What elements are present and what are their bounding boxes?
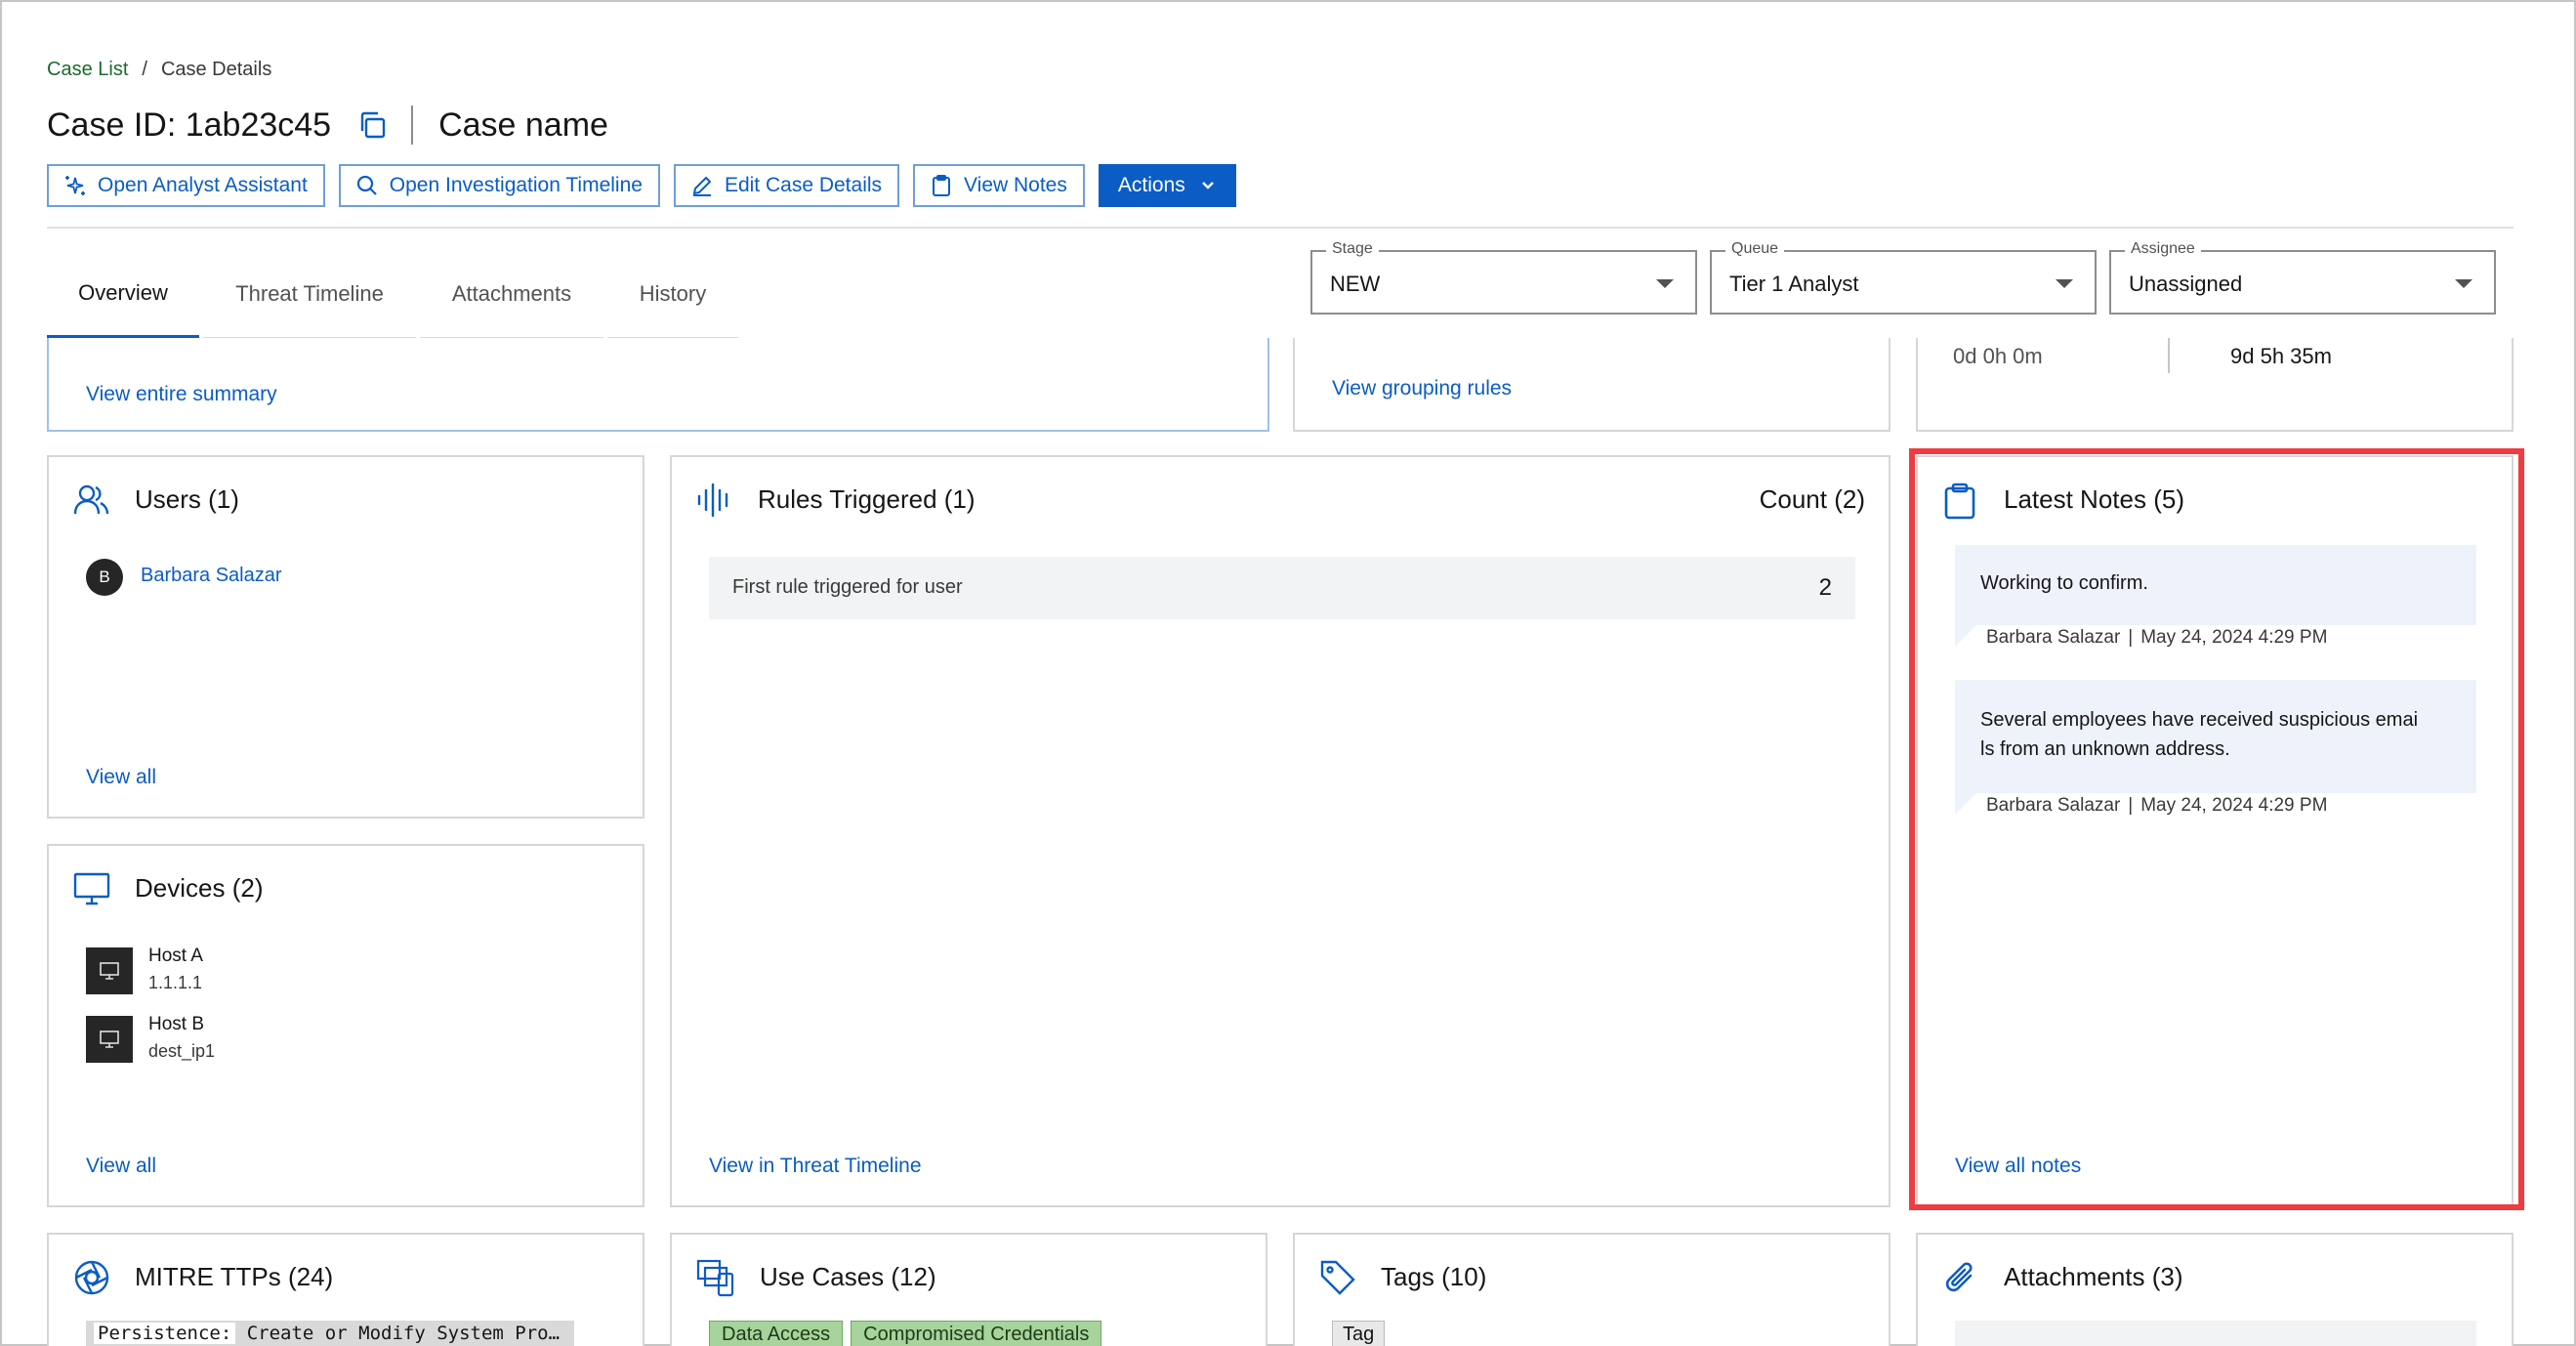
copy-icon[interactable] <box>356 109 388 141</box>
sparkle-icon <box>65 176 85 195</box>
queue-dropdown[interactable]: Queue Tier 1 Analyst <box>1710 240 2097 315</box>
edit-case-details-button[interactable]: Edit Case Details <box>673 164 900 207</box>
search-icon <box>356 175 377 195</box>
breadcrumb: Case List / Case Details <box>47 59 271 81</box>
pencil-icon <box>692 176 712 196</box>
assignee-dropdown[interactable]: Assignee Unassigned <box>2109 240 2496 315</box>
mitre-title: MITRE TTPs (24) <box>135 1262 334 1291</box>
rule-count: 2 <box>1818 574 1832 601</box>
use-case-chip[interactable]: Compromised Credentials <box>851 1321 1102 1346</box>
assignee-value: Unassigned <box>2129 272 2243 296</box>
edit-case-details-label: Edit Case Details <box>724 174 883 196</box>
monitor-icon <box>73 872 110 905</box>
device-ip: 1.1.1.1 <box>148 973 203 992</box>
tab-history[interactable]: History <box>607 250 738 340</box>
view-in-threat-timeline-link[interactable]: View in Threat Timeline <box>709 1155 922 1178</box>
users-icon <box>73 484 109 515</box>
breadcrumb-case-list-link[interactable]: Case List <box>47 59 128 81</box>
breadcrumb-separator: / <box>142 59 147 80</box>
open-analyst-assistant-button[interactable]: Open Analyst Assistant <box>47 164 325 207</box>
view-notes-label: View Notes <box>964 174 1067 196</box>
tab-attachments[interactable]: Attachments <box>420 250 603 340</box>
tag-chip[interactable]: Tag <box>1332 1321 1386 1346</box>
chevron-down-icon <box>1201 182 1214 189</box>
caret-down-icon <box>2056 279 2073 288</box>
rules-title: Rules Triggered (1) <box>758 484 976 514</box>
device-name: Host A <box>148 946 203 966</box>
rules-count-label: Count (2) <box>1759 484 1865 514</box>
host-icon <box>86 1016 133 1063</box>
timers-panel: 0d 0h 0m 9d 5h 35m <box>1916 338 2514 432</box>
notes-highlight-box <box>1909 448 2524 1210</box>
timer-right-value: 9d 5h 35m <box>2230 344 2332 368</box>
users-title: Users (1) <box>135 484 239 514</box>
devices-view-all-link[interactable]: View all <box>86 1155 156 1178</box>
user-name-link[interactable]: Barbara Salazar <box>141 565 282 587</box>
device-ip: dest_ip1 <box>148 1041 216 1061</box>
timer-left-value: 0d 0h 0m <box>1953 344 2043 368</box>
devices-stack-icon <box>696 1259 734 1297</box>
open-analyst-assistant-label: Open Analyst Assistant <box>98 174 308 196</box>
mitre-chip[interactable]: Persistence: Create or Modify System Pro… <box>86 1321 574 1346</box>
rules-triggered-panel: Rules Triggered (1) Count (2) First rule… <box>670 455 1890 1207</box>
caret-down-icon <box>1656 279 1674 288</box>
use-case-chip-list: Data Access Compromised Credentials <box>709 1321 1102 1346</box>
queue-value: Tier 1 Analyst <box>1729 272 1859 296</box>
attachments-panel: Attachments (3) <box>1916 1233 2514 1346</box>
breadcrumb-current: Case Details <box>160 59 272 80</box>
action-button-row: Open Analyst Assistant Open Investigatio… <box>47 164 1236 207</box>
actions-menu-label: Actions <box>1117 174 1185 196</box>
actions-menu-button[interactable]: Actions <box>1098 164 1236 207</box>
stage-value: NEW <box>1330 272 1381 296</box>
queue-label: Queue <box>1725 240 1785 258</box>
grouping-panel: View grouping rules <box>1293 338 1890 432</box>
waveform-icon <box>697 483 728 518</box>
users-view-all-link[interactable]: View all <box>86 766 156 789</box>
tab-overview[interactable]: Overview <box>47 250 199 340</box>
aperture-icon <box>74 1260 109 1295</box>
use-cases-panel: Use Cases (12) Data Access Compromised C… <box>670 1233 1267 1346</box>
case-title-row: Case ID: 1ab23c45 Case name <box>47 102 608 148</box>
mitre-chip-key: Persistence: <box>94 1323 236 1344</box>
view-grouping-rules-link[interactable]: View grouping rules <box>1332 377 1512 400</box>
summary-panel: View entire summary <box>47 338 1269 432</box>
case-name-title: Case name <box>438 105 608 144</box>
view-notes-button[interactable]: View Notes <box>913 164 1085 207</box>
mitre-panel: MITRE TTPs (24) Persistence: Create or M… <box>47 1233 644 1346</box>
paperclip-icon <box>1945 1262 1973 1292</box>
device-name: Host B <box>148 1014 205 1034</box>
clipboard-icon <box>933 175 951 196</box>
tags-title: Tags (10) <box>1381 1262 1487 1291</box>
title-divider <box>411 105 414 145</box>
users-panel: Users (1) B Barbara Salazar View all <box>47 455 644 819</box>
mitre-chip-value: Create or Modify System Pro… <box>246 1323 561 1344</box>
caret-down-icon <box>2455 279 2472 288</box>
attachment-row[interactable] <box>1955 1321 2476 1346</box>
tag-icon <box>1320 1260 1355 1295</box>
assignee-label: Assignee <box>2125 240 2201 258</box>
open-investigation-timeline-label: Open Investigation Timeline <box>389 174 643 196</box>
header-divider <box>47 227 2514 229</box>
devices-panel: Devices (2) Host A 1.1.1.1 Host B dest_i… <box>47 844 644 1207</box>
tab-bar: Overview Threat Timeline Attachments His… <box>47 250 742 340</box>
rule-name: First rule triggered for user <box>732 576 963 598</box>
open-investigation-timeline-button[interactable]: Open Investigation Timeline <box>338 164 660 207</box>
timer-divider <box>2168 338 2170 373</box>
stage-dropdown[interactable]: Stage NEW <box>1310 240 1697 315</box>
use-case-chip[interactable]: Data Access <box>709 1321 844 1346</box>
stage-label: Stage <box>1326 240 1379 258</box>
devices-title: Devices (2) <box>135 873 264 903</box>
view-entire-summary-link[interactable]: View entire summary <box>86 383 277 406</box>
rule-row[interactable]: First rule triggered for user 2 <box>709 557 1855 619</box>
host-icon <box>86 947 133 994</box>
tags-panel: Tags (10) Tag <box>1293 1233 1890 1346</box>
use-cases-title: Use Cases (12) <box>760 1262 936 1291</box>
case-id-title: Case ID: 1ab23c45 <box>47 105 332 144</box>
attachments-title: Attachments (3) <box>2004 1262 2183 1291</box>
avatar: B <box>86 559 123 596</box>
tab-threat-timeline[interactable]: Threat Timeline <box>203 250 416 340</box>
